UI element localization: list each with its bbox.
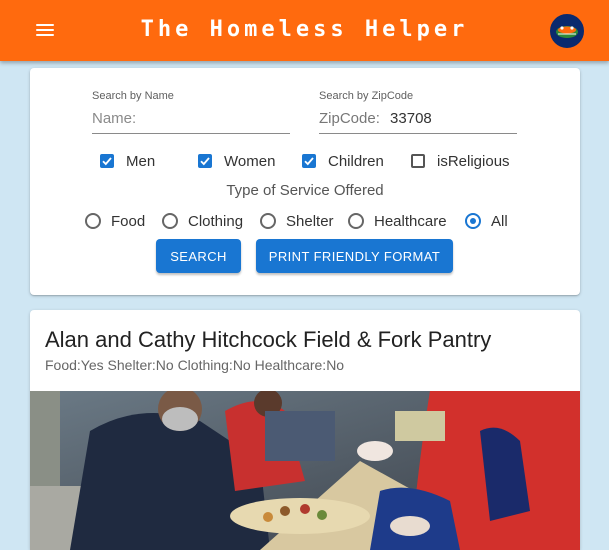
radio-healthcare[interactable]: Healthcare	[348, 211, 447, 231]
zip-search-label: Search by ZipCode	[319, 90, 414, 102]
radio-shelter[interactable]: Shelter	[260, 211, 334, 231]
result-services: Food:Yes Shelter:No Clothing:No Healthca…	[45, 357, 345, 373]
radio-icon	[348, 213, 364, 229]
checkbox-checked-icon	[198, 154, 212, 168]
zip-prefix: ZipCode:	[319, 110, 380, 127]
checkbox-children[interactable]: Children	[302, 152, 384, 170]
zip-search-input[interactable]: ZipCode: 33708	[319, 110, 517, 134]
radio-all[interactable]: All	[465, 211, 508, 231]
search-button[interactable]: SEARCH	[156, 239, 241, 273]
radio-selected-icon	[465, 213, 481, 229]
radio-clothing[interactable]: Clothing	[162, 211, 243, 231]
name-search-input[interactable]	[92, 110, 290, 134]
app-title: The Homeless Helper	[140, 17, 469, 42]
checkbox-checked-icon	[302, 154, 316, 168]
checkbox-label: Children	[328, 152, 384, 170]
checkbox-men[interactable]: Men	[100, 152, 155, 170]
result-photo	[30, 387, 580, 550]
radio-label: Healthcare	[374, 212, 447, 230]
radio-icon	[162, 213, 178, 229]
checkbox-label: Women	[224, 152, 276, 170]
radio-label: Clothing	[188, 212, 244, 230]
radio-icon	[85, 213, 101, 229]
radio-food[interactable]: Food	[85, 211, 145, 231]
checkbox-isreligious[interactable]: isReligious	[411, 152, 510, 170]
checkbox-women[interactable]: Women	[198, 152, 275, 170]
radio-label: Food	[111, 212, 146, 230]
checkbox-checked-icon	[100, 154, 114, 168]
service-type-heading: Type of Service Offered	[226, 182, 384, 199]
result-card[interactable]: Alan and Cathy Hitchcock Field & Fork Pa…	[30, 310, 580, 550]
result-title[interactable]: Alan and Cathy Hitchcock Field & Fork Pa…	[45, 327, 491, 353]
radio-label: Shelter	[286, 212, 334, 230]
search-panel: Search by Name Search by ZipCode ZipCode…	[30, 68, 580, 295]
checkbox-label: Men	[126, 152, 156, 170]
gators-logo-icon[interactable]	[548, 12, 586, 50]
zip-value: 33708	[390, 110, 432, 127]
app-bar: The Homeless Helper	[0, 0, 609, 61]
radio-icon	[260, 213, 276, 229]
radio-label: All	[491, 212, 508, 230]
name-search-label: Search by Name	[92, 90, 174, 102]
checkbox-label: isReligious	[437, 152, 510, 170]
checkbox-unchecked-icon	[411, 154, 425, 168]
print-friendly-button[interactable]: PRINT FRIENDLY FORMAT	[256, 239, 453, 273]
